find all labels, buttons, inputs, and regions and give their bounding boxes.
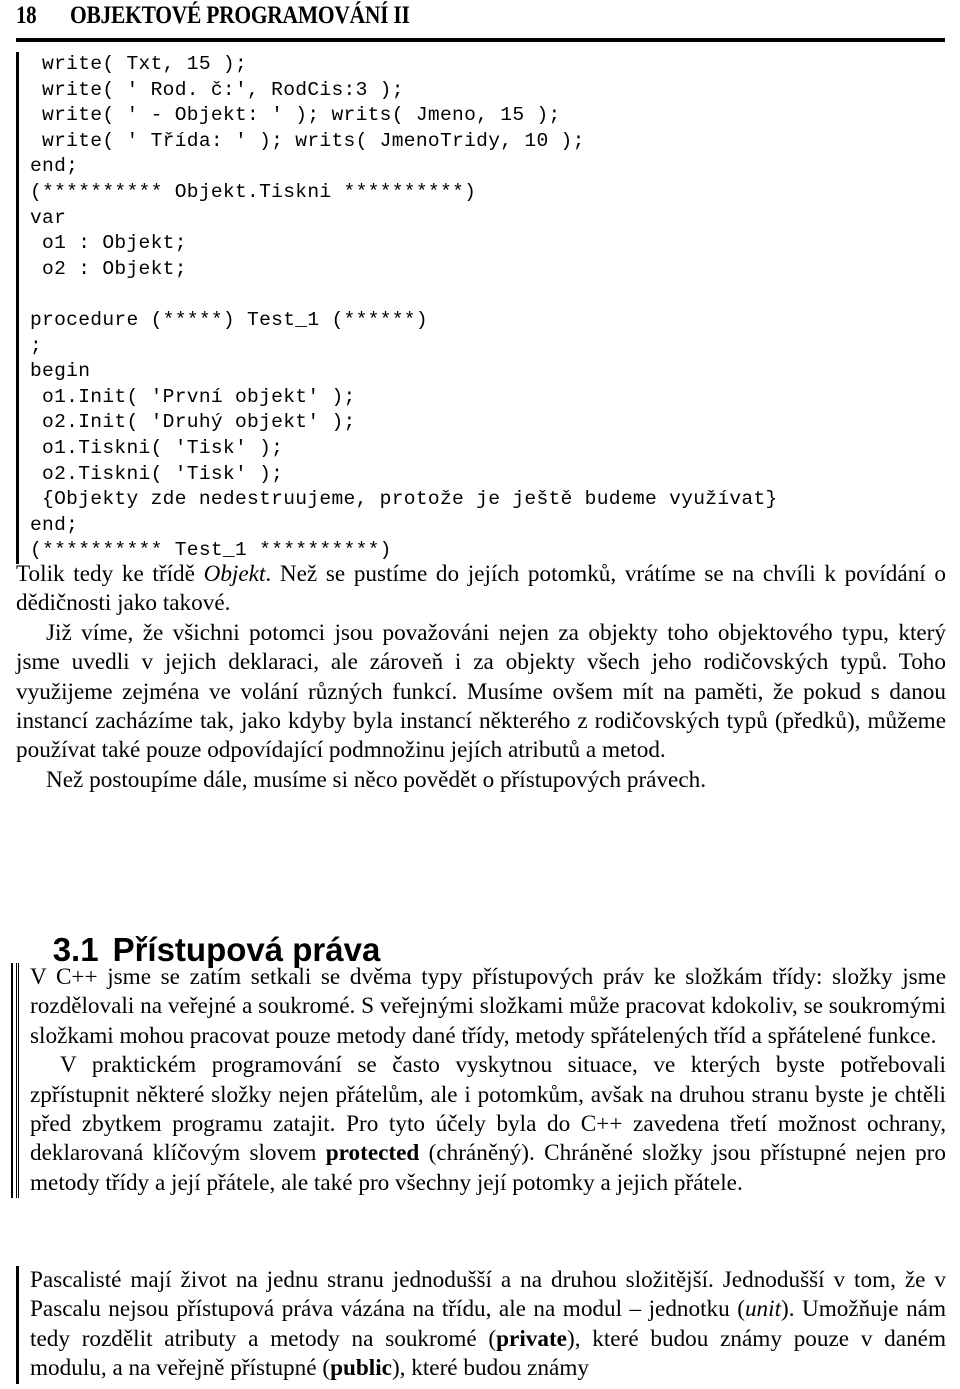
final-text-d: ), které budou známy	[391, 1355, 589, 1382]
code-line: write( ' Rod. č:', RodCis:3 );	[30, 78, 404, 101]
keyword-protected: protected	[325, 1140, 420, 1167]
code-line: write( ' Třída: ' ); writs( JmenoTridy, …	[30, 129, 585, 152]
page-header: 18 OBJEKTOVÉ PROGRAMOVÁNÍ II	[0, 0, 960, 46]
code-line: end;	[30, 513, 79, 536]
final-body: Pascalisté mají život na jednu stranu je…	[30, 1266, 946, 1384]
final-paragraph: Pascalisté mají život na jednu stranu je…	[30, 1266, 946, 1384]
paragraph-1: Tolik tedy ke třídě Objekt. Než se pustí…	[16, 560, 946, 619]
intro-paragraphs: Tolik tedy ke třídě Objekt. Než se pustí…	[16, 560, 946, 795]
paragraph-3: Než postoupíme dále, musíme si něco pově…	[46, 766, 707, 793]
code-line: write( Txt, 15 );	[30, 53, 248, 75]
paragraph-2: Již víme, že všichni potomci jsou považo…	[16, 619, 946, 764]
code-line: o2.Tiskni( 'Tisk' );	[30, 462, 284, 485]
code-line: procedure (*****) Test_1 (******)	[30, 308, 428, 331]
code-line: o2 : Objekt;	[30, 257, 187, 280]
document-page: 18 OBJEKTOVÉ PROGRAMOVÁNÍ II write( Txt,…	[0, 0, 960, 1389]
page-number: 18	[16, 2, 37, 29]
header-rule	[16, 38, 945, 42]
paragraph-1-text-a: Tolik tedy ke třídě	[16, 561, 204, 587]
code-line: o2.Init( 'Druhý objekt' );	[30, 411, 356, 434]
term-unit: unit	[744, 1296, 782, 1323]
code-line: end;	[30, 155, 79, 178]
code-line: write( ' - Objekt: ' ); writs( Jmeno, 15…	[30, 104, 561, 127]
bordered-paragraph-1: V C++ jsme se zatím setkali se dvěma typ…	[30, 964, 946, 1049]
changebar-section-double: V C++ jsme se zatím setkali se dvěma typ…	[11, 963, 946, 1199]
code-line: begin	[30, 360, 91, 383]
changebar-section-single: Pascalisté mají život na jednu stranu je…	[16, 1266, 946, 1384]
code-line: o1 : Objekt;	[30, 232, 187, 255]
changebar-body: V C++ jsme se zatím setkali se dvěma typ…	[30, 963, 946, 1198]
header-title: OBJEKTOVÉ PROGRAMOVÁNÍ II	[70, 2, 410, 29]
code-line: var	[30, 206, 67, 229]
code-line: ;	[30, 334, 43, 357]
paragraph-1-italic-term: Objekt	[203, 561, 266, 587]
code-line: o1.Init( 'První objekt' );	[30, 385, 356, 408]
header-line: 18 OBJEKTOVÉ PROGRAMOVÁNÍ II	[0, 0, 960, 28]
code-line: o1.Tiskni( 'Tisk' );	[30, 436, 284, 459]
code-line: (********** Objekt.Tiskni **********)	[30, 180, 477, 203]
keyword-public: public	[330, 1355, 392, 1382]
bordered-paragraph-2: V praktickém programování se často vysky…	[30, 1051, 946, 1198]
code-listing: write( Txt, 15 ); write( ' Rod. č:', Rod…	[16, 52, 946, 564]
code-line: {Objekty zde nedestruujeme, protože je j…	[30, 488, 778, 511]
keyword-private: private	[496, 1325, 567, 1352]
